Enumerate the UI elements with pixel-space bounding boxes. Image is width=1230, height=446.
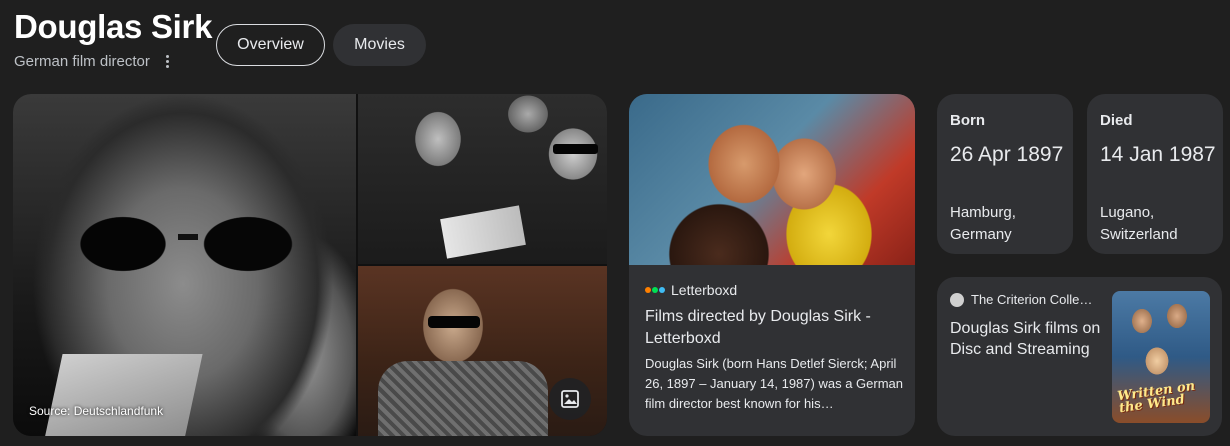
image-collage: Source: Deutschlandfunk xyxy=(13,94,607,436)
tab-movies[interactable]: Movies xyxy=(333,24,426,66)
born-date: 26 Apr 1897 xyxy=(950,143,1064,166)
letterboxd-card[interactable]: Letterboxd Films directed by Douglas Sir… xyxy=(629,94,915,436)
letterboxd-thumbnail xyxy=(629,94,915,265)
died-label: Died xyxy=(1100,112,1133,129)
written-on-the-wind-poster: Written on the Wind xyxy=(1112,291,1210,423)
died-card: Died 14 Jan 1987 Lugano, Switzerland xyxy=(1087,94,1223,254)
poster-title: Written on the Wind xyxy=(1116,378,1197,417)
main-portrait-image[interactable]: Source: Deutschlandfunk xyxy=(13,94,356,436)
set-photo-image[interactable] xyxy=(358,94,607,264)
letterboxd-source: Letterboxd xyxy=(645,282,737,298)
letterboxd-logo-icon xyxy=(645,287,665,293)
died-place[interactable]: Lugano, Switzerland xyxy=(1100,202,1220,246)
criterion-title[interactable]: Douglas Sirk films on Disc and Streaming xyxy=(950,318,1105,360)
entity-title: Douglas Sirk xyxy=(14,8,213,45)
born-label: Born xyxy=(950,112,985,129)
criterion-card[interactable]: The Criterion Colle… Douglas Sirk films … xyxy=(937,277,1222,436)
interview-photo-image[interactable] xyxy=(358,266,607,436)
letterboxd-snippet: Douglas Sirk (born Hans Detlef Sierck; A… xyxy=(645,356,903,411)
died-date: 14 Jan 1987 xyxy=(1100,143,1216,166)
letterboxd-source-label: Letterboxd xyxy=(671,282,738,298)
view-images-icon[interactable] xyxy=(549,378,591,420)
image-source-caption: Source: Deutschlandfunk xyxy=(29,404,164,418)
born-card: Born 26 Apr 1897 Hamburg, Germany xyxy=(937,94,1073,254)
born-place[interactable]: Hamburg, Germany xyxy=(950,202,1070,246)
entity-description: German film director xyxy=(14,53,150,70)
entity-subtitle: German film director xyxy=(14,53,173,70)
tab-overview[interactable]: Overview xyxy=(216,24,325,66)
criterion-source: The Criterion Colle… xyxy=(950,292,1092,307)
more-options-icon[interactable] xyxy=(162,53,173,70)
letterboxd-title[interactable]: Films directed by Douglas Sirk - Letterb… xyxy=(645,306,901,350)
criterion-logo-icon xyxy=(950,292,964,307)
criterion-source-label: The Criterion Colle… xyxy=(971,292,1093,307)
